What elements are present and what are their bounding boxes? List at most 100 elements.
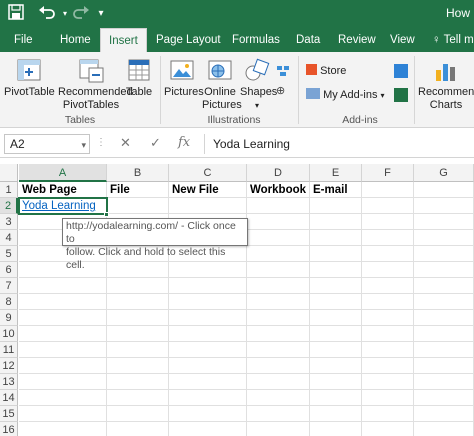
pictures-button[interactable]: Pictures <box>164 58 204 99</box>
grid-cell[interactable] <box>169 390 247 406</box>
grid-cell[interactable] <box>310 294 362 310</box>
grid-cell[interactable] <box>247 246 310 262</box>
grid-cell[interactable] <box>362 182 414 198</box>
grid-cell[interactable] <box>362 246 414 262</box>
grid-cell[interactable] <box>169 262 247 278</box>
undo-icon[interactable] <box>38 4 58 24</box>
grid-cell[interactable] <box>310 374 362 390</box>
cancel-icon[interactable]: ✕ <box>120 135 131 151</box>
grid-cell[interactable] <box>107 342 169 358</box>
tab-page-layout[interactable]: Page Layout <box>156 28 221 52</box>
grid-cell[interactable] <box>19 422 107 436</box>
tab-formulas[interactable]: Formulas <box>232 28 280 52</box>
tab-view[interactable]: View <box>390 28 415 52</box>
people-graph-icon[interactable] <box>394 88 408 102</box>
grid-cell[interactable] <box>362 358 414 374</box>
grid-cell[interactable] <box>19 342 107 358</box>
tab-insert[interactable]: Insert <box>100 28 147 53</box>
grid-cell[interactable] <box>362 262 414 278</box>
grid-cell[interactable] <box>362 406 414 422</box>
tab-tell-me[interactable]: ♀ Tell m <box>432 28 474 52</box>
grid-cell[interactable] <box>310 326 362 342</box>
grid-cell[interactable] <box>414 278 474 294</box>
grid-cell[interactable] <box>169 198 247 214</box>
grid-cell[interactable] <box>247 406 310 422</box>
grid-cell[interactable] <box>107 390 169 406</box>
grid-cell[interactable] <box>247 326 310 342</box>
grid-cell[interactable] <box>414 422 474 436</box>
column-header-f[interactable]: F <box>362 164 414 182</box>
worksheet-grid[interactable]: A B C D E F G 1 2 3 4 5 6 7 8 9 10 11 12 13 14 15 16 We… <box>0 158 474 436</box>
tab-file[interactable]: File <box>14 28 33 52</box>
grid-cell[interactable] <box>107 198 169 214</box>
grid-cell[interactable] <box>107 278 169 294</box>
save-icon[interactable] <box>8 4 26 24</box>
grid-cell[interactable] <box>247 358 310 374</box>
grid-cell[interactable] <box>414 246 474 262</box>
grid-cell[interactable] <box>247 390 310 406</box>
column-header-g[interactable]: G <box>414 164 474 182</box>
column-header-b[interactable]: B <box>107 164 169 182</box>
grid-cell[interactable] <box>247 198 310 214</box>
grid-cell[interactable] <box>169 422 247 436</box>
column-header-a[interactable]: A <box>19 164 107 182</box>
grid-cell[interactable] <box>19 294 107 310</box>
row-header-5[interactable]: 5 <box>0 246 18 262</box>
grid-cell[interactable] <box>169 310 247 326</box>
grid-cell[interactable] <box>362 214 414 230</box>
grid-cell[interactable] <box>107 326 169 342</box>
grid-cell[interactable] <box>414 198 474 214</box>
grid-cell[interactable] <box>362 422 414 436</box>
grid-cell[interactable] <box>247 262 310 278</box>
grid-cell[interactable] <box>414 390 474 406</box>
grid-cell[interactable] <box>247 278 310 294</box>
grid-cell[interactable] <box>19 374 107 390</box>
grid-cell[interactable] <box>247 374 310 390</box>
row-header-9[interactable]: 9 <box>0 310 18 326</box>
grid-cell[interactable] <box>362 278 414 294</box>
grid-cell[interactable] <box>107 310 169 326</box>
enter-icon[interactable]: ✓ <box>150 135 161 151</box>
row-header-8[interactable]: 8 <box>0 294 18 310</box>
column-header-e[interactable]: E <box>310 164 362 182</box>
row-header-14[interactable]: 14 <box>0 390 18 406</box>
grid-cell[interactable] <box>310 342 362 358</box>
grid-cell[interactable] <box>414 214 474 230</box>
pivottable-button[interactable]: PivotTable <box>4 58 55 99</box>
my-addins-button[interactable]: My Add-ins ▾ <box>306 88 385 103</box>
grid-cell[interactable] <box>247 342 310 358</box>
fill-handle[interactable] <box>104 212 109 217</box>
cell-d1[interactable]: Workbook <box>247 182 310 198</box>
grid-cell[interactable] <box>414 294 474 310</box>
grid-cell[interactable] <box>414 406 474 422</box>
grid-cell[interactable] <box>169 374 247 390</box>
row-header-11[interactable]: 11 <box>0 342 18 358</box>
grid-cell[interactable] <box>362 342 414 358</box>
grid-cell[interactable] <box>414 310 474 326</box>
name-box[interactable]: A2 ▾ <box>4 134 90 154</box>
grid-cell[interactable] <box>362 294 414 310</box>
cell-b1[interactable]: File <box>107 182 169 198</box>
grid-cell[interactable] <box>362 390 414 406</box>
grid-cell[interactable] <box>414 262 474 278</box>
formula-input[interactable]: Yoda Learning <box>204 134 474 154</box>
column-header-c[interactable]: C <box>169 164 247 182</box>
row-header-2[interactable]: 2 <box>0 198 18 214</box>
grid-cell[interactable] <box>310 198 362 214</box>
row-header-1[interactable]: 1 <box>0 182 18 198</box>
grid-cell[interactable] <box>310 278 362 294</box>
grid-cell[interactable] <box>169 406 247 422</box>
grid-cell[interactable] <box>310 246 362 262</box>
grid-cell[interactable] <box>362 310 414 326</box>
grid-cell[interactable] <box>310 390 362 406</box>
grid-cell[interactable] <box>414 358 474 374</box>
row-header-13[interactable]: 13 <box>0 374 18 390</box>
grid-cell[interactable] <box>169 278 247 294</box>
row-header-4[interactable]: 4 <box>0 230 18 246</box>
grid-cell[interactable] <box>362 198 414 214</box>
grid-cell[interactable] <box>310 230 362 246</box>
grid-cell[interactable] <box>169 294 247 310</box>
grid-cell[interactable] <box>414 374 474 390</box>
recommended-pivottables-button[interactable]: Recommended PivotTables <box>58 58 133 112</box>
grid-cell[interactable] <box>247 230 310 246</box>
